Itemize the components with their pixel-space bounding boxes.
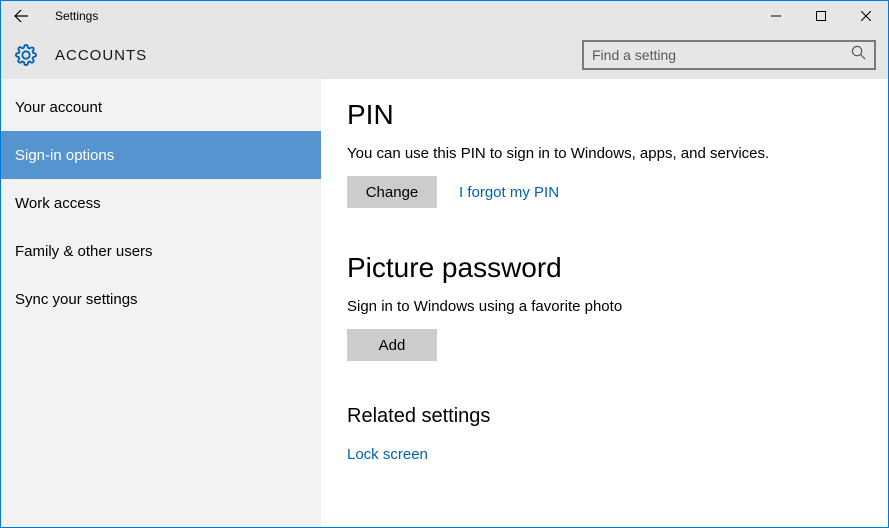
minimize-button[interactable] [753, 1, 798, 31]
back-button[interactable] [1, 1, 41, 31]
sidebar-item-label: Sign-in options [15, 147, 114, 164]
titlebar: Settings [1, 1, 888, 31]
picture-actions: Add [347, 329, 862, 361]
lock-screen-link[interactable]: Lock screen [347, 446, 428, 463]
pin-description: You can use this PIN to sign in to Windo… [347, 145, 862, 162]
close-button[interactable] [843, 1, 888, 31]
sidebar-item-label: Work access [15, 195, 101, 212]
window-title: Settings [55, 9, 98, 23]
sidebar-item-sign-in-options[interactable]: Sign-in options [1, 131, 321, 179]
search-icon [851, 45, 866, 65]
page-title: ACCOUNTS [55, 47, 147, 64]
window-controls [753, 1, 888, 31]
sidebar-item-family-other-users[interactable]: Family & other users [1, 227, 321, 275]
change-pin-button[interactable]: Change [347, 176, 437, 208]
sidebar: Your account Sign-in options Work access… [1, 79, 321, 527]
picture-password-description: Sign in to Windows using a favorite phot… [347, 298, 862, 315]
sidebar-item-sync-your-settings[interactable]: Sync your settings [1, 275, 321, 323]
close-icon [861, 11, 871, 21]
gear-icon [15, 44, 37, 66]
picture-password-heading: Picture password [347, 252, 862, 284]
sidebar-item-work-access[interactable]: Work access [1, 179, 321, 227]
sidebar-item-label: Your account [15, 99, 102, 116]
pin-heading: PIN [347, 99, 862, 131]
sidebar-item-label: Sync your settings [15, 291, 138, 308]
sidebar-item-your-account[interactable]: Your account [1, 83, 321, 131]
add-picture-password-button[interactable]: Add [347, 329, 437, 361]
pin-actions: Change I forgot my PIN [347, 176, 862, 208]
maximize-button[interactable] [798, 1, 843, 31]
related-settings-heading: Related settings [347, 405, 862, 428]
body: Your account Sign-in options Work access… [1, 79, 888, 527]
minimize-icon [771, 11, 781, 21]
header: ACCOUNTS [1, 31, 888, 79]
forgot-pin-link[interactable]: I forgot my PIN [459, 184, 559, 201]
arrow-left-icon [13, 8, 29, 24]
content: PIN You can use this PIN to sign in to W… [321, 79, 888, 527]
sidebar-item-label: Family & other users [15, 243, 153, 260]
maximize-icon [816, 11, 826, 21]
search-input[interactable] [592, 47, 851, 63]
search-box[interactable] [582, 40, 876, 70]
